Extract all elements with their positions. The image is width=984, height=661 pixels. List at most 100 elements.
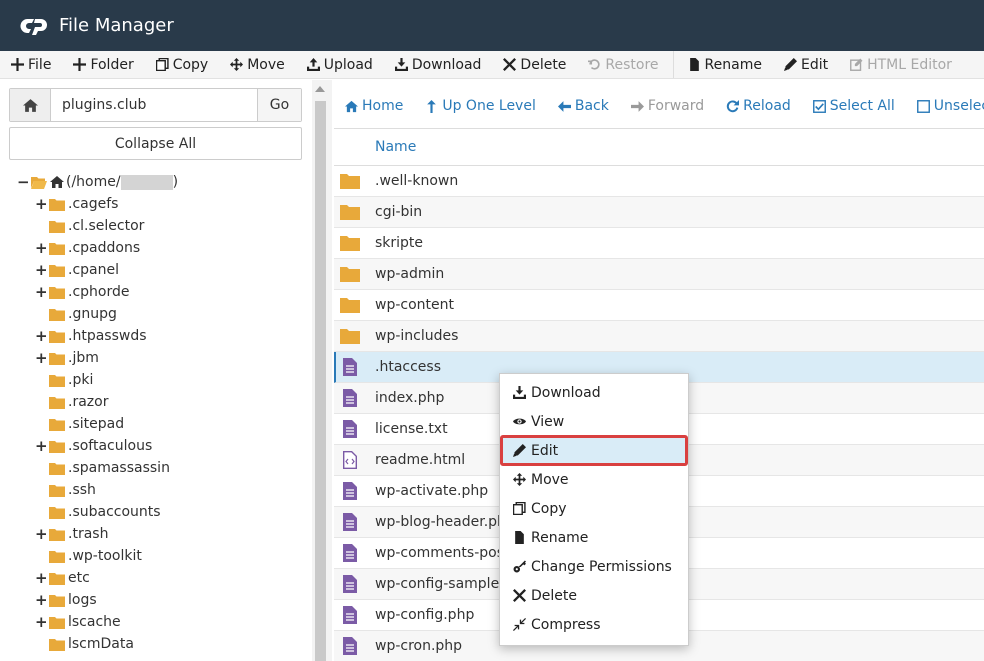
file-row[interactable]: wp-admin xyxy=(334,259,984,290)
tree-item-label: .cpanel xyxy=(68,262,119,278)
context-menu-item-view[interactable]: View xyxy=(501,407,687,436)
context-menu-item-rename[interactable]: Rename xyxy=(501,523,687,552)
upload-icon xyxy=(306,58,320,71)
folder-icon xyxy=(49,396,65,409)
copy-icon xyxy=(155,58,169,71)
context-menu-item-copy[interactable]: Copy xyxy=(501,494,687,523)
file-name: .htaccess xyxy=(375,359,441,375)
tree-item[interactable]: .pki xyxy=(35,369,93,391)
select-all-button[interactable]: Select All xyxy=(802,88,906,124)
scrollbar-thumb[interactable] xyxy=(315,101,326,661)
tree-item[interactable]: + .jbm xyxy=(35,347,99,369)
name-column-header[interactable]: Name xyxy=(334,129,984,166)
download-button[interactable]: Download xyxy=(384,51,493,78)
folder-icon xyxy=(49,484,65,497)
tree-root[interactable]: − (/home/) xyxy=(17,171,178,193)
up-one-level-button[interactable]: Up One Level xyxy=(414,88,547,124)
tree-item[interactable]: .spamassassin xyxy=(35,457,170,479)
context-menu-item-move[interactable]: Move xyxy=(501,465,687,494)
file-row[interactable]: skripte xyxy=(334,228,984,259)
home-button[interactable]: Home xyxy=(334,88,414,124)
reload-button[interactable]: Reload xyxy=(715,88,802,124)
tree-item[interactable]: + etc xyxy=(35,567,90,589)
toolbar-divider xyxy=(672,51,674,78)
tree-item[interactable]: .cl.selector xyxy=(35,215,144,237)
reload-icon xyxy=(726,99,740,112)
edit-button[interactable]: Edit xyxy=(773,51,839,78)
tree-item[interactable]: .razor xyxy=(35,391,108,413)
context-menu-item-download[interactable]: Download xyxy=(501,378,687,407)
copy-button[interactable]: Copy xyxy=(145,51,220,78)
home-icon xyxy=(345,100,358,112)
new-file-button[interactable]: File xyxy=(0,51,62,78)
restore-button[interactable]: Restore xyxy=(577,51,669,78)
checkbox-empty-icon xyxy=(916,99,930,113)
delete-label: Delete xyxy=(520,56,567,73)
context-menu-item-compress[interactable]: Compress xyxy=(501,610,687,639)
context-menu-item-edit[interactable]: Edit xyxy=(500,435,688,466)
panel-splitter[interactable] xyxy=(312,80,332,661)
tree-item[interactable]: + .cpanel xyxy=(35,259,119,281)
expand-toggle-icon[interactable]: + xyxy=(35,615,48,630)
expand-toggle-icon[interactable]: + xyxy=(35,285,48,300)
tree-item[interactable]: .sitepad xyxy=(35,413,124,435)
folder-icon xyxy=(339,236,360,251)
expand-toggle-icon[interactable]: + xyxy=(35,329,48,344)
file-row[interactable]: cgi-bin xyxy=(334,197,984,228)
delete-button[interactable]: Delete xyxy=(492,51,577,78)
tree-item[interactable]: .wp-toolkit xyxy=(35,545,142,567)
tree-item[interactable]: + .cpaddons xyxy=(35,237,140,259)
tree-item[interactable]: + logs xyxy=(35,589,97,611)
expand-toggle-icon[interactable]: + xyxy=(35,571,48,586)
file-row[interactable]: wp-includes xyxy=(334,321,984,352)
expand-toggle-icon[interactable]: + xyxy=(35,593,48,608)
tree-item[interactable]: .gnupg xyxy=(35,303,117,325)
text-file-icon xyxy=(342,575,357,593)
tree-item-label: .sitepad xyxy=(68,416,125,432)
folder-icon xyxy=(49,220,65,233)
navigation-bar: Home Up One Level Back Forward Reload Se… xyxy=(334,88,984,124)
tree-item[interactable]: + .softaculous xyxy=(35,435,152,457)
go-button[interactable]: Go xyxy=(257,89,301,121)
tree-item[interactable]: .subaccounts xyxy=(35,501,161,523)
scroll-up-arrow-icon[interactable] xyxy=(315,86,325,92)
unselect-all-button[interactable]: Unselect All xyxy=(906,88,984,124)
upload-button[interactable]: Upload xyxy=(296,51,384,78)
file-row[interactable]: wp-content xyxy=(334,290,984,321)
tree-item[interactable]: + .cphorde xyxy=(35,281,129,303)
tree-root-suffix: ) xyxy=(172,174,179,190)
context-menu-item-change-permissions[interactable]: Change Permissions xyxy=(501,552,687,581)
expand-toggle-icon[interactable]: + xyxy=(35,241,48,256)
file-row[interactable]: .well-known xyxy=(334,166,984,197)
new-folder-button[interactable]: Folder xyxy=(62,51,144,78)
move-icon xyxy=(513,473,526,486)
collapse-all-button[interactable]: Collapse All xyxy=(9,127,302,160)
tree-item[interactable]: .ssh xyxy=(35,479,96,501)
tree-item[interactable]: + lscache xyxy=(35,611,121,633)
forward-button[interactable]: Forward xyxy=(620,88,715,124)
tree-item[interactable]: + .htpasswds xyxy=(35,325,147,347)
back-button[interactable]: Back xyxy=(547,88,620,124)
redacted-username xyxy=(120,174,173,190)
expand-toggle-icon[interactable]: + xyxy=(35,263,48,278)
tree-item[interactable]: + .trash xyxy=(35,523,108,545)
file-name: wp-admin xyxy=(375,266,445,282)
expand-toggle-icon[interactable]: + xyxy=(35,527,48,542)
tree-item[interactable]: + .cagefs xyxy=(35,193,118,215)
folder-icon xyxy=(49,638,65,651)
home-path-button[interactable] xyxy=(10,89,51,121)
rename-button[interactable]: Rename xyxy=(677,51,773,78)
expand-toggle-icon[interactable]: + xyxy=(35,197,48,212)
collapse-toggle-icon[interactable]: − xyxy=(17,175,30,190)
tree-item-label: .spamassassin xyxy=(68,460,170,476)
path-input[interactable] xyxy=(51,89,257,121)
folder-icon xyxy=(49,286,65,299)
context-menu-item-delete[interactable]: Delete xyxy=(501,581,687,610)
move-button[interactable]: Move xyxy=(219,51,296,78)
home-icon xyxy=(22,98,38,112)
tree-item[interactable]: lscmData xyxy=(35,633,134,655)
expand-toggle-icon[interactable]: + xyxy=(35,351,48,366)
html-editor-button[interactable]: HTML Editor xyxy=(839,51,963,78)
context-menu-label: Move xyxy=(531,471,569,488)
expand-toggle-icon[interactable]: + xyxy=(35,439,48,454)
